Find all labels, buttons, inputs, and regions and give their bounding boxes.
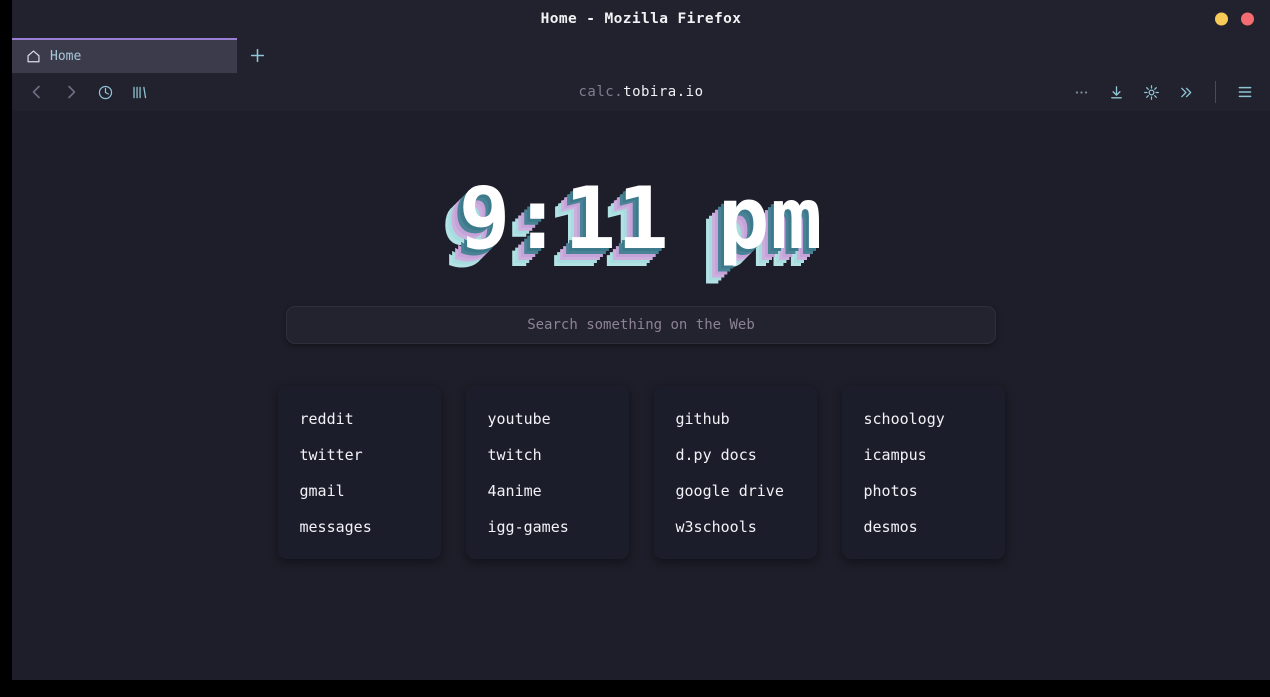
- tab-strip: Home: [12, 38, 1270, 73]
- social-card: reddit twitter gmail messages: [277, 386, 441, 559]
- link-google-drive[interactable]: google drive: [676, 484, 795, 499]
- link-gmail[interactable]: gmail: [300, 484, 419, 499]
- link-github[interactable]: github: [676, 412, 795, 427]
- nav-left-controls: [26, 81, 150, 103]
- overflow-chevrons-icon[interactable]: [1175, 81, 1197, 103]
- title-bar: Home - Mozilla Firefox: [12, 0, 1270, 38]
- back-icon[interactable]: [26, 81, 48, 103]
- link-4anime[interactable]: 4anime: [488, 484, 607, 499]
- school-card: schoology icampus photos desmos: [841, 386, 1005, 559]
- link-dpy-docs[interactable]: d.py docs: [676, 448, 795, 463]
- tab-label: Home: [50, 49, 82, 64]
- close-button-icon[interactable]: [1241, 12, 1254, 26]
- media-card: youtube twitch 4anime igg-games: [465, 386, 629, 559]
- link-card-grid: reddit twitter gmail messages youtube tw…: [277, 386, 1005, 559]
- download-icon[interactable]: [1105, 81, 1127, 103]
- clock-meridiem: pm: [717, 169, 824, 269]
- url-text[interactable]: calc.tobira.io: [578, 84, 703, 100]
- hamburger-menu-icon[interactable]: [1234, 81, 1256, 103]
- link-schoology[interactable]: schoology: [864, 412, 983, 427]
- library-icon[interactable]: [128, 81, 150, 103]
- link-messages[interactable]: messages: [300, 520, 419, 535]
- new-tab-button[interactable]: [237, 38, 277, 73]
- search-input[interactable]: [286, 306, 996, 344]
- tab-home[interactable]: Home: [12, 38, 237, 73]
- search-area: [286, 306, 996, 344]
- toolbar-separator: [1215, 81, 1216, 103]
- link-youtube[interactable]: youtube: [488, 412, 607, 427]
- window-title: Home - Mozilla Firefox: [540, 11, 742, 27]
- gear-icon[interactable]: [1140, 81, 1162, 103]
- nav-right-controls: [1070, 81, 1256, 103]
- link-twitch[interactable]: twitch: [488, 448, 607, 463]
- minimize-button-icon[interactable]: [1215, 12, 1228, 26]
- browser-window: Home - Mozilla Firefox Home calc.tobira.…: [12, 0, 1270, 680]
- home-icon: [26, 49, 41, 64]
- url-domain: tobira.io: [623, 84, 704, 100]
- navigation-toolbar: calc.tobira.io: [12, 73, 1270, 111]
- clock-time: 9:11: [458, 169, 670, 269]
- link-twitter[interactable]: twitter: [300, 448, 419, 463]
- link-igg-games[interactable]: igg-games: [488, 520, 607, 535]
- dev-card: github d.py docs google drive w3schools: [653, 386, 817, 559]
- link-icampus[interactable]: icampus: [864, 448, 983, 463]
- forward-icon[interactable]: [60, 81, 82, 103]
- history-clock-icon[interactable]: [94, 81, 116, 103]
- link-w3schools[interactable]: w3schools: [676, 520, 795, 535]
- link-desmos[interactable]: desmos: [864, 520, 983, 535]
- page-actions-ellipsis-icon[interactable]: [1070, 81, 1092, 103]
- window-controls: [1215, 12, 1254, 26]
- link-photos[interactable]: photos: [864, 484, 983, 499]
- link-reddit[interactable]: reddit: [300, 412, 419, 427]
- page-content: 9:11 pm reddit twitter gmail messages yo…: [12, 111, 1270, 680]
- url-prefix: calc.: [578, 84, 624, 100]
- clock-display: 9:11 pm: [459, 176, 824, 262]
